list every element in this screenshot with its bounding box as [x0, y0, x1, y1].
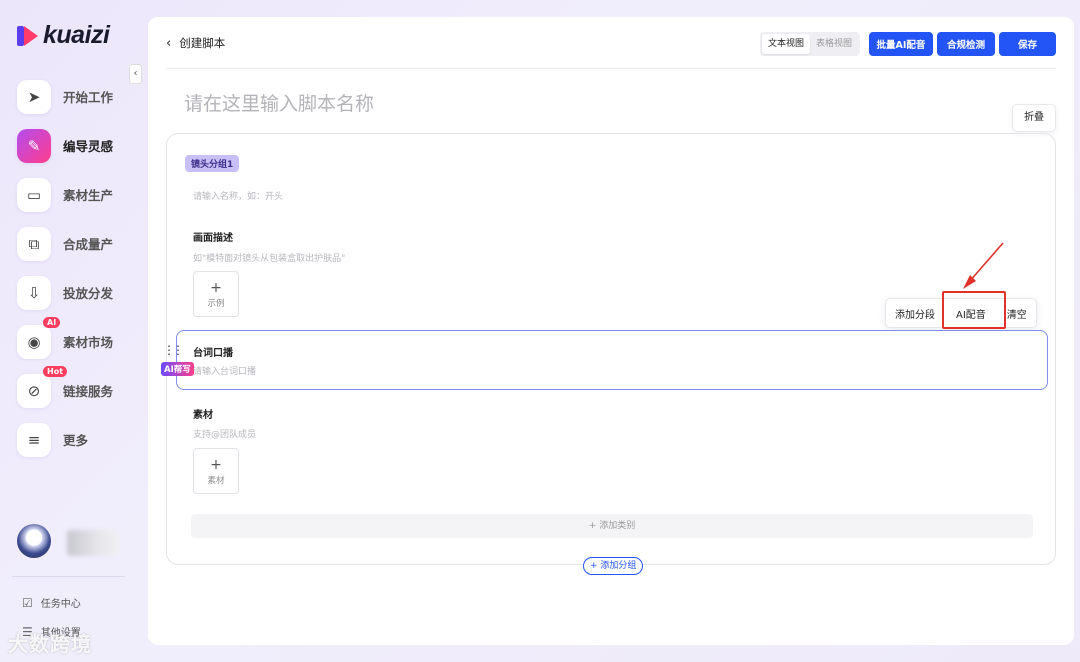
- paper-plane-icon: ➤: [17, 79, 51, 114]
- logo-text: kuaizi: [43, 21, 110, 49]
- example-label: 示例: [207, 299, 225, 309]
- task-center-link[interactable]: ☑ 任务中心: [22, 595, 81, 611]
- sidebar-item-label: 编导灵感: [63, 139, 114, 154]
- drag-handle-icon[interactable]: ⋮⋮: [163, 343, 184, 357]
- sidebar-item-label: 更多: [63, 433, 89, 448]
- task-icon: ☑: [22, 595, 33, 610]
- sidebar-item-label: 开始工作: [63, 90, 114, 105]
- page-title: 创建脚本: [179, 36, 226, 50]
- dialogue-field[interactable]: ⋮⋮ AI帮写 台词口播 请输入台词口播: [161, 330, 1048, 390]
- compliance-check-button[interactable]: 合规检测: [937, 32, 995, 56]
- copy-icon: ⧉: [17, 226, 51, 261]
- logo-mark-icon: [17, 25, 39, 47]
- sidebar-item-label: 素材市场: [63, 335, 114, 350]
- sidebar-item-label: 投放分发: [63, 286, 114, 301]
- add-segment-button[interactable]: 添加分段: [886, 306, 944, 321]
- hot-badge: Hot: [43, 366, 68, 377]
- save-button[interactable]: 保存: [999, 32, 1056, 56]
- view-toggle: 文本视图 表格视图: [760, 32, 861, 56]
- group-name-input[interactable]: 请输入名称，如：开头: [193, 189, 283, 202]
- material-label: 素材: [193, 410, 213, 421]
- pencil-icon: ✎: [17, 128, 51, 163]
- plus-icon: +: [210, 280, 222, 296]
- sidebar-item-label: 合成量产: [63, 237, 114, 252]
- sidebar-item-material-production[interactable]: ▭ 素材生产: [17, 177, 127, 212]
- ai-rewrite-button[interactable]: AI帮写: [161, 362, 194, 376]
- chevron-left-icon: ‹: [166, 35, 172, 51]
- sidebar-item-link-service[interactable]: ⊘ Hot 链接服务: [17, 366, 127, 408]
- table-view-tab[interactable]: 表格视图: [810, 34, 858, 54]
- material-button-label: 素材: [207, 476, 225, 486]
- text-view-tab[interactable]: 文本视图: [762, 34, 811, 54]
- add-group-button[interactable]: + 添加分组: [583, 557, 644, 575]
- sidebar-collapse-button[interactable]: ‹: [129, 64, 142, 84]
- dialogue-label: 台词口播: [193, 348, 233, 359]
- user-name-blurred: [67, 530, 119, 556]
- sidebar-item-distribution[interactable]: ⇩ 投放分发: [17, 275, 127, 310]
- plus-icon: +: [210, 457, 222, 473]
- group-tag: 镜头分组1: [185, 155, 240, 172]
- example-button[interactable]: + 示例: [193, 271, 239, 317]
- menu-icon: ≡: [17, 422, 51, 457]
- avatar[interactable]: [17, 524, 51, 558]
- sidebar: kuaizi ‹ ➤ 开始工作 ✎ 编导灵感 ▭ 素材生产 ⧉ 合成量产 ⇩ 投…: [0, 0, 142, 662]
- sidebar-item-more[interactable]: ≡ 更多: [17, 422, 127, 457]
- video-camera-icon: ▭: [17, 177, 51, 212]
- shot-group: 镜头分组1 请输入名称，如：开头 画面描述 如"模特面对镜头从包装盒取出护肤品"…: [161, 133, 1056, 565]
- highlight-annotation: [942, 291, 1006, 329]
- sidebar-divider: [12, 576, 125, 577]
- inbox-download-icon: ⇩: [17, 275, 51, 310]
- main-panel: ‹ 创建脚本 文本视图 表格视图 批量AI配音 合规检测 保存 请在这里输入脚本…: [148, 17, 1074, 645]
- sidebar-item-mass-composition[interactable]: ⧉ 合成量产: [17, 226, 127, 261]
- brand-logo[interactable]: kuaizi: [17, 21, 110, 50]
- ai-badge: AI: [43, 317, 61, 328]
- batch-ai-dub-button[interactable]: 批量AI配音: [869, 32, 933, 56]
- sidebar-item-label: 链接服务: [63, 384, 114, 399]
- add-category-button[interactable]: + 添加类别: [191, 514, 1033, 538]
- material-input[interactable]: 支持@团队成员: [193, 427, 256, 440]
- sidebar-item-label: 素材生产: [63, 188, 114, 203]
- watermark: 大数跨境: [8, 632, 92, 656]
- top-bar: ‹ 创建脚本 文本视图 表格视图 批量AI配音 合规检测 保存: [148, 17, 1074, 69]
- back-button[interactable]: ‹ 创建脚本: [166, 35, 225, 51]
- divider: [166, 68, 1056, 69]
- fold-button[interactable]: 折叠: [1012, 104, 1056, 132]
- task-center-label: 任务中心: [40, 599, 81, 610]
- scene-description-input[interactable]: 如"模特面对镜头从包装盒取出护肤品": [193, 251, 345, 264]
- scene-description-label: 画面描述: [193, 233, 233, 244]
- script-title-input[interactable]: 请在这里输入脚本名称: [184, 89, 374, 116]
- sidebar-item-material-market[interactable]: ◉ AI 素材市场: [17, 317, 127, 359]
- sidebar-nav: ➤ 开始工作 ✎ 编导灵感 ▭ 素材生产 ⧉ 合成量产 ⇩ 投放分发 ◉ AI …: [17, 79, 127, 472]
- dialogue-input[interactable]: 请输入台词口播: [193, 364, 256, 377]
- sidebar-item-start-work[interactable]: ➤ 开始工作: [17, 79, 127, 114]
- add-material-button[interactable]: + 素材: [193, 448, 239, 494]
- sidebar-item-inspiration[interactable]: ✎ 编导灵感: [17, 128, 127, 163]
- shop-icon: ◉: [17, 324, 51, 359]
- link-icon: ⊘: [17, 373, 51, 408]
